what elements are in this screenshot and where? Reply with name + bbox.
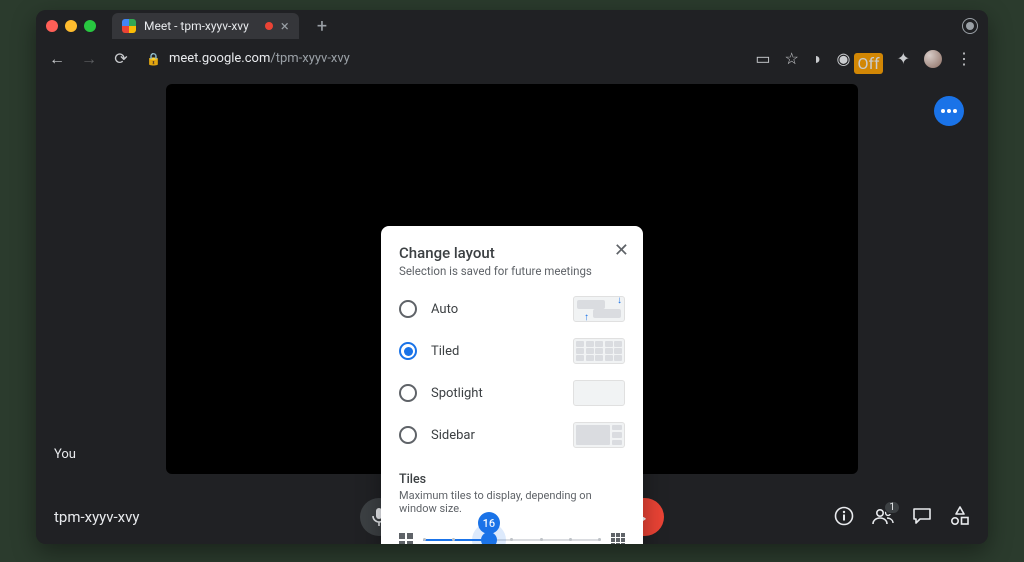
layout-option-tiled[interactable]: Tiled — [399, 338, 625, 364]
window-maximize-button[interactable] — [84, 20, 96, 32]
cast-icon[interactable]: ▭ — [755, 49, 770, 68]
browser-window: Meet - tpm-xyyv-xvy × + ← → ⟳ 🔒 meet.goo… — [36, 10, 988, 544]
lock-icon: 🔒 — [146, 52, 161, 66]
radio-checked-icon — [399, 342, 417, 360]
radio-icon — [399, 300, 417, 318]
slider-thumb[interactable] — [481, 532, 497, 544]
bookmark-icon[interactable]: ☆ — [784, 49, 798, 68]
recording-indicator-icon — [265, 22, 273, 30]
browser-tab[interactable]: Meet - tpm-xyyv-xvy × — [112, 13, 299, 39]
layout-thumbnail-tiled — [573, 338, 625, 364]
tiles-section: Tiles Maximum tiles to display, dependin… — [399, 472, 625, 544]
extension-icons: ▭ ☆ ◗ ◉ Off ✦ ⋮ — [755, 48, 978, 69]
grid-small-icon — [399, 533, 413, 544]
dialog-close-button[interactable]: ✕ — [614, 240, 629, 261]
layout-thumbnail-auto: ↓↑ — [573, 296, 625, 322]
radio-icon — [399, 426, 417, 444]
dialog-title: Change layout — [399, 244, 625, 262]
layout-option-label: Spotlight — [431, 386, 559, 401]
window-titlebar: Meet - tpm-xyyv-xvy × + — [36, 10, 988, 42]
extensions-puzzle-icon[interactable]: ✦ — [897, 49, 910, 68]
tiles-title: Tiles — [399, 472, 625, 487]
layout-thumbnail-spotlight — [573, 380, 625, 406]
extension-eye-icon[interactable]: ◉ — [836, 49, 850, 68]
window-controls — [46, 20, 104, 32]
slider-value-badge: 16 — [478, 512, 500, 534]
meet-app: You tpm-xyyv-xvy CC — [36, 76, 988, 544]
grid-large-icon — [611, 533, 625, 544]
layout-thumbnail-sidebar — [573, 422, 625, 448]
change-layout-dialog: ✕ Change layout Selection is saved for f… — [381, 226, 643, 544]
radio-icon — [399, 384, 417, 402]
window-close-button[interactable] — [46, 20, 58, 32]
extension-off-badge: Off — [854, 53, 882, 74]
layout-option-label: Auto — [431, 302, 559, 317]
tiles-slider-row: 16 — [399, 533, 625, 544]
layout-option-auto[interactable]: Auto ↓↑ — [399, 296, 625, 322]
back-button[interactable]: ← — [46, 49, 68, 69]
browser-menu-icon[interactable]: ⋮ — [956, 49, 972, 68]
profile-avatar[interactable] — [924, 50, 942, 68]
layout-option-spotlight[interactable]: Spotlight — [399, 380, 625, 406]
reload-button[interactable]: ⟳ — [110, 49, 132, 68]
layout-option-label: Tiled — [431, 344, 559, 359]
dialog-subtitle: Selection is saved for future meetings — [399, 264, 625, 278]
tab-title: Meet - tpm-xyyv-xvy — [144, 19, 249, 33]
url-path: /tpm-xyyv-xvy — [270, 51, 349, 66]
url-host: meet.google.com — [169, 51, 270, 66]
tab-close-button[interactable]: × — [281, 19, 289, 34]
forward-button[interactable]: → — [78, 49, 100, 69]
new-tab-button[interactable]: + — [307, 16, 337, 37]
layout-option-label: Sidebar — [431, 428, 559, 443]
meet-favicon — [122, 19, 136, 33]
address-bar[interactable]: 🔒 meet.google.com/tpm-xyyv-xvy — [142, 51, 745, 66]
tiles-slider[interactable]: 16 — [423, 538, 601, 542]
layout-option-sidebar[interactable]: Sidebar — [399, 422, 625, 448]
layout-options: Auto ↓↑ Tiled Spotlight — [399, 296, 625, 448]
tiles-description: Maximum tiles to display, depending on w… — [399, 489, 625, 515]
toolbar: ← → ⟳ 🔒 meet.google.com/tpm-xyyv-xvy ▭ ☆… — [36, 42, 988, 76]
window-minimize-button[interactable] — [65, 20, 77, 32]
account-switcher-icon[interactable] — [962, 18, 978, 34]
extension-tag-icon[interactable]: ◗ — [813, 49, 823, 69]
